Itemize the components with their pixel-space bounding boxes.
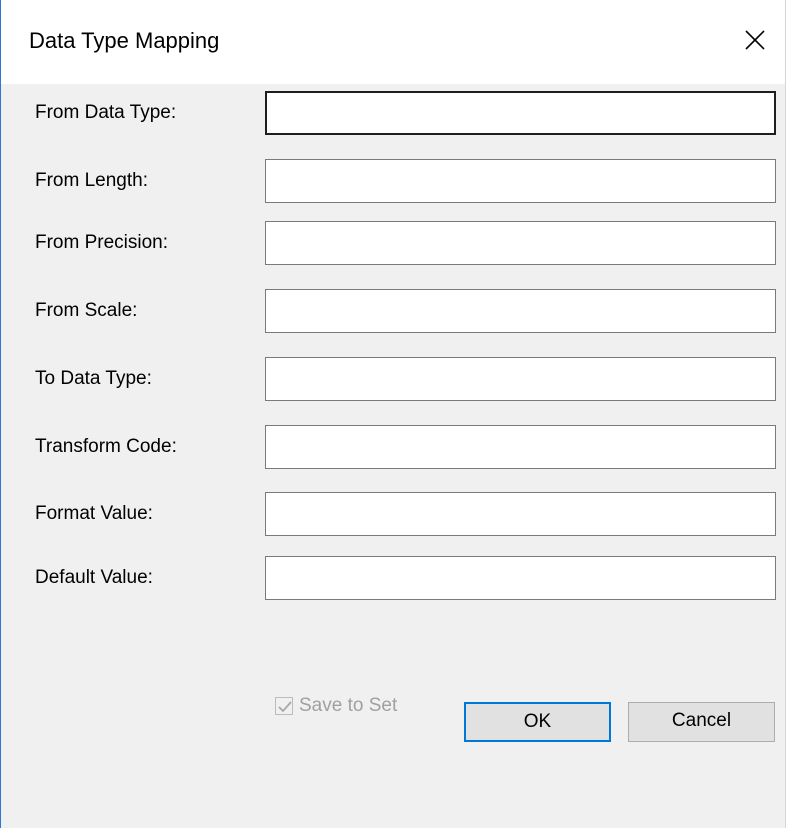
checkbox-box	[275, 697, 293, 715]
dialog-title: Data Type Mapping	[29, 28, 220, 53]
to-data-type-input[interactable]	[265, 357, 776, 401]
from-precision-input[interactable]	[265, 221, 776, 265]
from-data-type-input[interactable]	[265, 91, 776, 135]
field-row-format-value: Format Value:	[1, 492, 787, 536]
title-bar: Data Type Mapping	[1, 0, 785, 84]
from-scale-input[interactable]	[265, 289, 776, 333]
checkmark-icon	[278, 701, 292, 713]
format-value-label: Format Value:	[35, 503, 153, 524]
to-data-type-label: To Data Type:	[35, 368, 152, 389]
from-length-input[interactable]	[265, 159, 776, 203]
save-to-set-label: Save to Set	[299, 695, 398, 716]
field-row-to-data-type: To Data Type:	[1, 357, 787, 401]
close-button[interactable]	[729, 14, 781, 66]
field-row-from-scale: From Scale:	[1, 289, 787, 333]
from-scale-label: From Scale:	[35, 300, 138, 321]
from-precision-label: From Precision:	[35, 232, 169, 253]
dialog-window: Data Type Mapping From Data Type: From L…	[0, 0, 786, 828]
field-row-default-value: Default Value:	[1, 556, 787, 600]
default-value-label: Default Value:	[35, 567, 153, 588]
format-value-input[interactable]	[265, 492, 776, 536]
transform-code-label: Transform Code:	[35, 436, 177, 457]
field-row-from-precision: From Precision:	[1, 221, 787, 265]
ok-button[interactable]: OK	[464, 702, 611, 742]
close-icon	[745, 30, 765, 50]
cancel-button[interactable]: Cancel	[628, 702, 775, 742]
from-data-type-label: From Data Type:	[35, 102, 177, 123]
field-row-transform-code: Transform Code:	[1, 425, 787, 469]
field-row-from-length: From Length:	[1, 159, 787, 203]
save-to-set-checkbox[interactable]: Save to Set	[275, 695, 425, 719]
from-length-label: From Length:	[35, 170, 148, 191]
transform-code-input[interactable]	[265, 425, 776, 469]
field-row-from-data-type: From Data Type:	[1, 91, 787, 135]
default-value-input[interactable]	[265, 556, 776, 600]
